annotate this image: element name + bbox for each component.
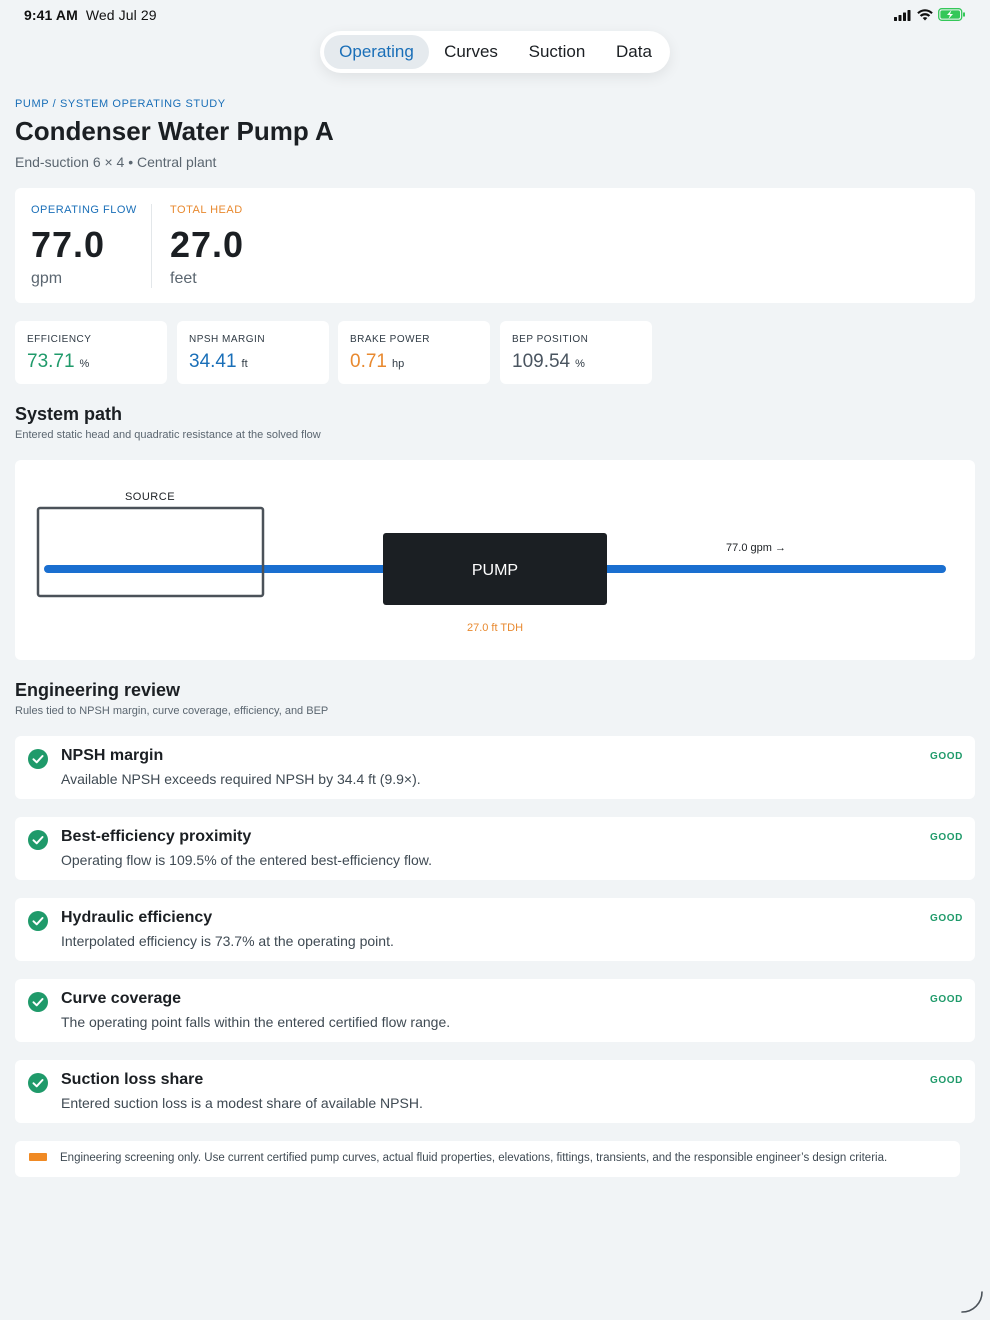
warning-stripe-icon [29, 1153, 47, 1161]
metric-unit: ft [241, 358, 248, 370]
review-item-npsh-margin: NPSH margin Available NPSH exceeds requi… [15, 736, 975, 799]
metric-unit: % [79, 358, 90, 370]
status-icons [894, 8, 966, 21]
clock-date: Wed Jul 29 [85, 7, 157, 23]
system-path-subtitle: Entered static head and quadratic resist… [15, 429, 321, 441]
flow-label: 77.0 gpm → [726, 542, 786, 554]
total-head-label: TOTAL HEAD [170, 204, 243, 216]
review-item-title: Curve coverage [61, 990, 182, 1007]
metric-label: BEP POSITION [512, 334, 589, 345]
resize-handle-icon[interactable] [960, 1290, 984, 1314]
operating-flow-unit: gpm [31, 270, 63, 287]
page-subtitle: End-suction 6 × 4 • Central plant [15, 154, 217, 170]
total-head-value: 27.0 [170, 224, 245, 265]
tab-bar: Operating Curves Suction Data [320, 31, 670, 73]
review-item-desc: Entered suction loss is a modest share o… [61, 1095, 423, 1111]
review-item-suction-loss-share: Suction loss share Entered suction loss … [15, 1060, 975, 1123]
metric-card-efficiency: EFFICIENCY 73.71% [15, 321, 167, 384]
metric-card-bep-position: BEP POSITION 109.54% [500, 321, 652, 384]
review-item-desc: Interpolated efficiency is 73.7% at the … [61, 933, 394, 949]
review-title: Engineering review [15, 680, 181, 700]
hero-divider [151, 204, 152, 288]
review-item-desc: The operating point falls within the ent… [61, 1014, 451, 1030]
tab-curves[interactable]: Curves [432, 35, 510, 69]
check-circle-icon [28, 911, 48, 931]
breadcrumb: PUMP / SYSTEM OPERATING STUDY [15, 98, 226, 110]
review-item-best-efficiency-proximity: Best-efficiency proximity Operating flow… [15, 817, 975, 880]
total-head-unit: feet [170, 270, 197, 287]
review-item-desc: Available NPSH exceeds required NPSH by … [61, 771, 421, 787]
metric-value: 34.41 ft [189, 351, 248, 373]
metric-label: BRAKE POWER [350, 334, 430, 345]
review-item-title: Best-efficiency proximity [61, 828, 252, 845]
system-path-title: System path [15, 404, 123, 424]
metric-unit: hp [391, 358, 405, 370]
system-path-diagram: SOURCE PUMP 77.0 gpm → 27.0 ft TDH [15, 460, 975, 660]
metric-number: 73.71 [27, 351, 75, 372]
review-item-title: NPSH margin [61, 747, 164, 764]
disclaimer-text: Engineering screening only. Use current … [60, 1152, 888, 1164]
check-circle-icon [28, 992, 48, 1012]
tab-suction[interactable]: Suction [513, 35, 601, 69]
metric-label: EFFICIENCY [27, 334, 92, 345]
battery-charging-icon [938, 8, 965, 21]
operating-flow-label: OPERATING FLOW [31, 204, 137, 216]
review-item-desc: Operating flow is 109.5% of the entered … [61, 852, 432, 868]
metric-value: 0.71 hp [350, 351, 404, 373]
metric-number: 34.41 [189, 351, 237, 372]
check-circle-icon [28, 749, 48, 769]
metric-card-brake-power: BRAKE POWER 0.71 hp [338, 321, 490, 384]
source-tank [36, 506, 265, 598]
pump-label: PUMP [472, 562, 518, 579]
metric-card-npsh-margin: NPSH MARGIN 34.41 ft [177, 321, 329, 384]
cellular-signal-icon [894, 9, 911, 21]
operating-flow-value: 77.0 [31, 224, 106, 265]
operating-point-card: OPERATING FLOW 77.0 gpm TOTAL HEAD 27.0 … [15, 188, 975, 303]
metric-number: 0.71 [350, 351, 387, 372]
wifi-icon [917, 8, 933, 20]
status-badge: GOOD [930, 832, 963, 843]
metric-value: 73.71% [27, 351, 89, 373]
source-label: SOURCE [125, 491, 175, 503]
disclaimer-note: Engineering screening only. Use current … [15, 1141, 960, 1177]
status-time: 9:41 AM Wed Jul 29 [24, 7, 157, 23]
status-badge: GOOD [930, 994, 963, 1005]
review-subtitle: Rules tied to NPSH margin, curve coverag… [15, 705, 329, 717]
metric-unit: % [575, 358, 585, 370]
tab-data[interactable]: Data [603, 35, 665, 69]
check-circle-icon [28, 830, 48, 850]
tdh-label: 27.0 ft TDH [467, 622, 523, 634]
status-badge: GOOD [930, 913, 963, 924]
status-badge: GOOD [930, 751, 963, 762]
metric-number: 109.54 [512, 351, 571, 372]
clock-time: 9:41 AM [24, 7, 78, 23]
page-title: Condenser Water Pump A [15, 116, 334, 146]
status-bar: 9:41 AM Wed Jul 29 [0, 0, 990, 32]
review-item-curve-coverage: Curve coverage The operating point falls… [15, 979, 975, 1042]
system-path-svg: SOURCE PUMP 77.0 gpm → 27.0 ft TDH [36, 491, 946, 634]
review-item-title: Suction loss share [61, 1071, 204, 1088]
metric-value: 109.54% [512, 351, 585, 373]
review-item-hydraulic-efficiency: Hydraulic efficiency Interpolated effici… [15, 898, 975, 961]
tab-operating[interactable]: Operating [324, 35, 429, 69]
metric-label: NPSH MARGIN [189, 334, 266, 345]
check-circle-icon [28, 1073, 48, 1093]
review-item-title: Hydraulic efficiency [61, 909, 213, 926]
status-badge: GOOD [930, 1075, 963, 1086]
